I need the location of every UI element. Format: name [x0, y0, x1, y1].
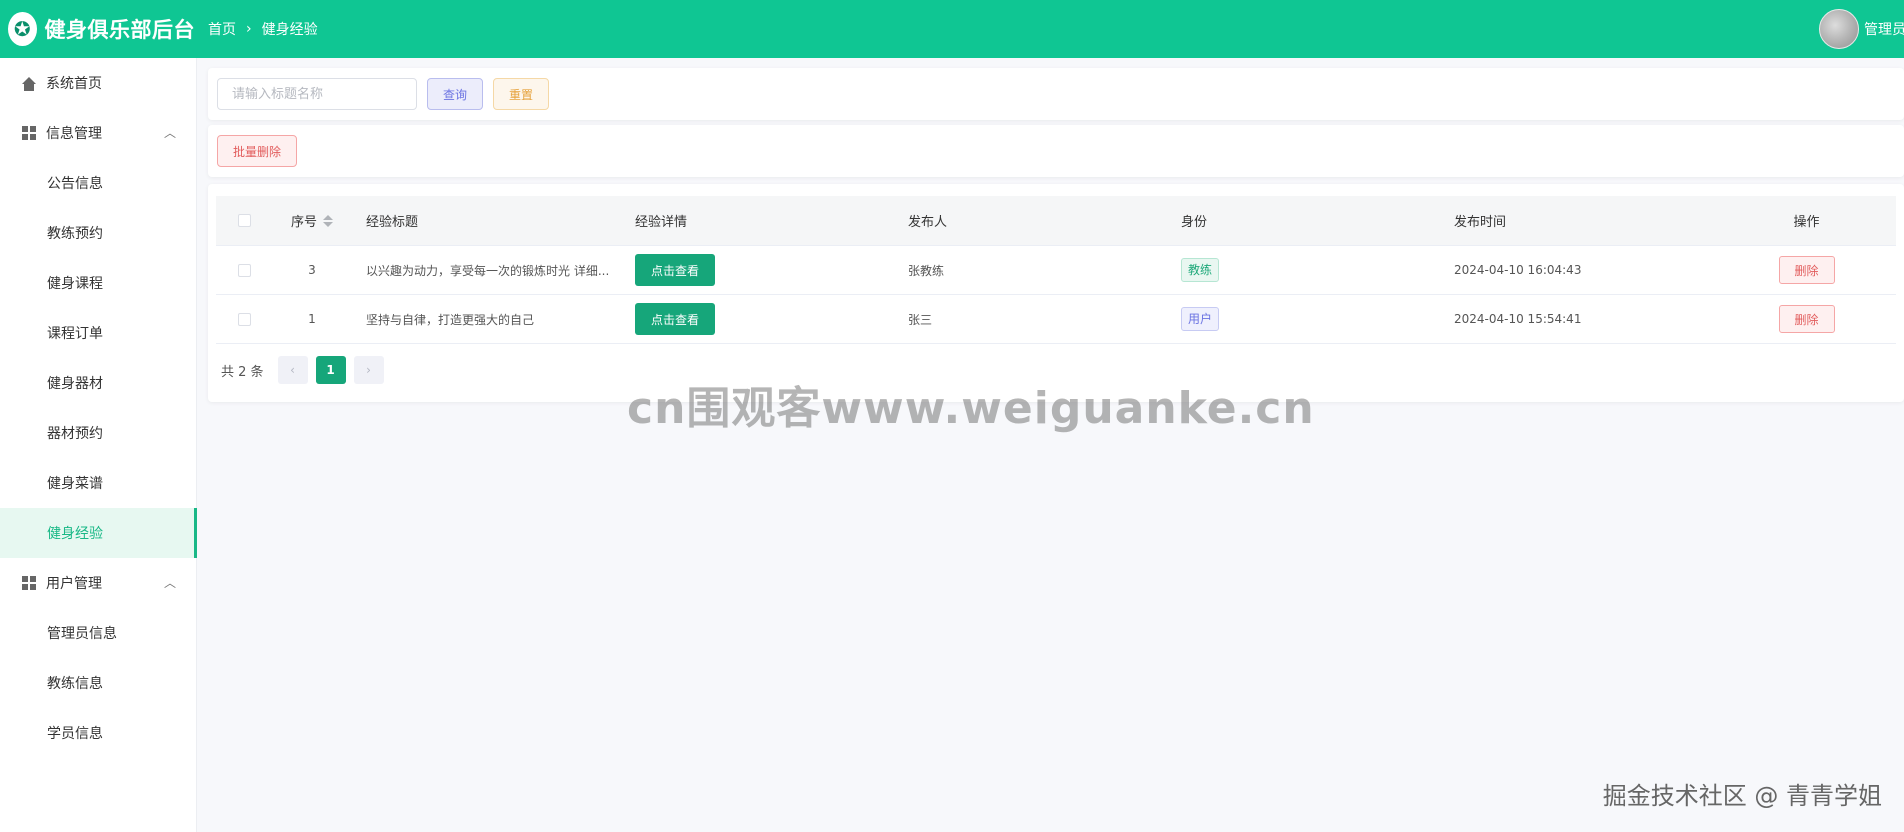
- sidebar-group-label: 用户管理: [46, 576, 102, 592]
- chevron-up-icon: ︿: [163, 576, 176, 590]
- row-checkbox[interactable]: [237, 312, 251, 326]
- sidebar-group-users[interactable]: 用户管理 ︿: [0, 558, 196, 608]
- search-bar: 查询 重置: [208, 68, 1904, 120]
- sidebar: 系统首页 信息管理 ︿ 公告信息 教练预约 健身课程 课程订单 健身器材 器材预…: [0, 58, 197, 832]
- view-detail-button[interactable]: 点击查看: [635, 254, 715, 286]
- column-header-role: 身份: [1181, 215, 1208, 230]
- row-title: 坚持与自律，打造更强大的自己: [366, 312, 535, 327]
- sort-icon[interactable]: [323, 214, 333, 227]
- sidebar-item-label: 系统首页: [46, 76, 102, 92]
- table-card: 序号 经验标题 经验详情 发布人 身份 发布时间 操作 3 以兴趣为动力，享受每…: [208, 184, 1904, 402]
- table-row: 3 以兴趣为动力，享受每一次的锻炼时光 详细... 点击查看 张教练 教练 20…: [216, 246, 1896, 295]
- logo-area: ✪ 健身俱乐部后台: [0, 12, 195, 46]
- table-header: 序号 经验标题 经验详情 发布人 身份 发布时间 操作: [216, 196, 1896, 246]
- avatar[interactable]: [1819, 9, 1859, 49]
- experience-table: 序号 经验标题 经验详情 发布人 身份 发布时间 操作 3 以兴趣为动力，享受每…: [216, 196, 1896, 344]
- home-icon: [21, 75, 37, 91]
- operation-bar: 批量删除: [208, 125, 1904, 177]
- pagination: 共 2 条 ‹ 1 ›: [216, 356, 1896, 384]
- grid-icon: [21, 125, 37, 141]
- sidebar-item-coach-booking[interactable]: 教练预约: [0, 208, 196, 258]
- column-header-detail: 经验详情: [635, 215, 688, 230]
- sidebar-item-experience[interactable]: 健身经验: [0, 508, 197, 558]
- sidebar-item-members[interactable]: 学员信息: [0, 708, 196, 758]
- reset-button[interactable]: 重置: [493, 78, 549, 110]
- delete-button[interactable]: 删除: [1778, 256, 1835, 284]
- corner-watermark: 掘金技术社区 @ 青青学姐: [1602, 782, 1882, 810]
- delete-button[interactable]: 删除: [1778, 305, 1835, 333]
- app-title: 健身俱乐部后台: [44, 18, 195, 42]
- sidebar-item-home[interactable]: 系统首页: [0, 58, 196, 108]
- sidebar-item-equipment-booking[interactable]: 器材预约: [0, 408, 196, 458]
- view-detail-button[interactable]: 点击查看: [635, 303, 715, 335]
- breadcrumb-home[interactable]: 首页: [208, 19, 236, 39]
- column-header-no[interactable]: 序号: [272, 211, 352, 230]
- batch-delete-button[interactable]: 批量删除: [217, 135, 297, 167]
- row-publisher: 张教练: [908, 263, 945, 278]
- row-title: 以兴趣为动力，享受每一次的锻炼时光 详细...: [366, 263, 610, 278]
- user-name[interactable]: 管理员: [1864, 19, 1904, 39]
- pagination-total: 共 2 条: [221, 364, 264, 380]
- search-input[interactable]: [217, 78, 417, 110]
- grid-icon: [21, 575, 37, 591]
- sidebar-item-notice[interactable]: 公告信息: [0, 158, 196, 208]
- row-publisher: 张三: [908, 312, 933, 327]
- breadcrumb-separator-icon: ›: [246, 21, 252, 37]
- user-area[interactable]: 管理员: [1819, 0, 1904, 58]
- role-tag: 用户: [1181, 307, 1220, 331]
- sidebar-item-admins[interactable]: 管理员信息: [0, 608, 196, 658]
- row-checkbox[interactable]: [237, 263, 251, 277]
- column-header-publisher: 发布人: [908, 215, 948, 230]
- column-header-title: 经验标题: [366, 215, 419, 230]
- breadcrumb: 首页 › 健身经验: [208, 19, 318, 39]
- row-no: 1: [308, 312, 316, 326]
- sidebar-item-coaches[interactable]: 教练信息: [0, 658, 196, 708]
- breadcrumb-current: 健身经验: [261, 22, 318, 38]
- role-tag: 教练: [1181, 258, 1220, 282]
- logo-icon: ✪: [8, 12, 37, 46]
- sidebar-group-info[interactable]: 信息管理 ︿: [0, 108, 196, 158]
- column-header-action: 操作: [1793, 215, 1820, 230]
- row-time: 2024-04-10 15:54:41: [1454, 312, 1582, 326]
- sidebar-group-label: 信息管理: [46, 126, 102, 142]
- prev-page-icon[interactable]: ‹: [277, 356, 308, 384]
- query-button[interactable]: 查询: [427, 78, 483, 110]
- top-header: ✪ 健身俱乐部后台 首页 › 健身经验 管理员: [0, 0, 1904, 58]
- chevron-up-icon: ︿: [163, 126, 176, 140]
- page-number[interactable]: 1: [315, 356, 346, 384]
- table-row: 1 坚持与自律，打造更强大的自己 点击查看 张三 用户 2024-04-10 1…: [216, 295, 1896, 344]
- sidebar-item-recipe[interactable]: 健身菜谱: [0, 458, 196, 508]
- next-page-icon[interactable]: ›: [353, 356, 384, 384]
- select-all-checkbox[interactable]: [237, 214, 251, 227]
- column-header-time: 发布时间: [1454, 215, 1507, 230]
- sidebar-item-equipment[interactable]: 健身器材: [0, 358, 196, 408]
- sidebar-item-course-order[interactable]: 课程订单: [0, 308, 196, 358]
- row-no: 3: [308, 263, 316, 277]
- row-time: 2024-04-10 16:04:43: [1454, 263, 1582, 277]
- sidebar-item-course[interactable]: 健身课程: [0, 258, 196, 308]
